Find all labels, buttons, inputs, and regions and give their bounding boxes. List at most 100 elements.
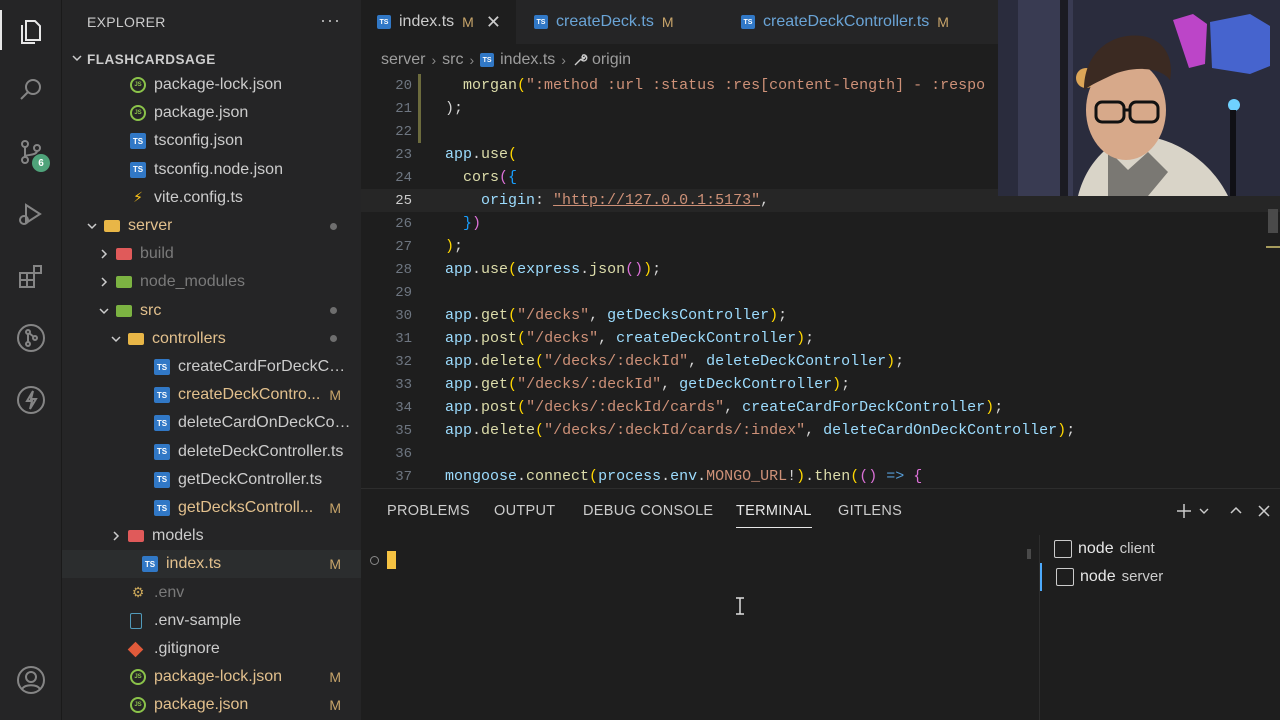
code-text: app.post("/decks", createDeckController)… <box>445 330 815 347</box>
tree-item[interactable]: ⚡ vite.config.ts <box>62 184 361 212</box>
tab-problems[interactable]: PROBLEMS <box>387 503 470 519</box>
terminal-sub: server <box>1121 568 1164 585</box>
tree-item[interactable]: controllers <box>62 325 361 353</box>
terminal-item-server[interactable]: node server <box>1040 563 1280 591</box>
tree-item[interactable]: ⚙ .env <box>62 579 361 607</box>
tree-item[interactable]: src <box>62 297 361 325</box>
tree-item[interactable]: build <box>62 240 361 268</box>
terminal-output[interactable] <box>361 535 1039 720</box>
status-circle-icon <box>370 556 379 565</box>
code-line[interactable]: 33 app.get("/decks/:deckId", getDeckContr… <box>361 373 1280 396</box>
search-icon[interactable] <box>0 66 62 114</box>
tree-item[interactable]: TS getDecksControll... M <box>62 494 361 522</box>
code-text: app.use(express.json()); <box>445 261 662 278</box>
tab-debug-console[interactable]: DEBUG CONSOLE <box>583 503 713 519</box>
breadcrumb: server › src › TS index.ts › origin <box>381 48 631 72</box>
folder-icon <box>116 276 132 289</box>
tree-item-label: .env-sample <box>154 611 242 629</box>
tree-item[interactable]: server <box>62 212 361 240</box>
tree-item[interactable]: .gitignore <box>62 635 361 663</box>
new-terminal-icon[interactable] <box>1174 501 1194 521</box>
breadcrumb-item[interactable]: index.ts <box>500 51 555 69</box>
tree-item[interactable]: node_modules <box>62 268 361 296</box>
terminal-item-client[interactable]: node client <box>1040 535 1280 563</box>
ts-file-icon: TS <box>377 15 391 29</box>
lightning-icon[interactable] <box>0 376 62 424</box>
terminal-icon <box>1054 540 1072 558</box>
account-icon[interactable] <box>0 656 62 704</box>
tree-item-label: package.json <box>154 104 249 122</box>
maximize-panel-icon[interactable] <box>1226 501 1246 521</box>
webcam-overlay <box>998 0 1280 196</box>
chevron-down-icon[interactable] <box>98 305 110 317</box>
source-control-badge: 6 <box>32 154 50 172</box>
tree-item-label: index.ts <box>166 555 222 573</box>
chevron-down-icon[interactable] <box>86 220 98 232</box>
close-icon[interactable]: ✕ <box>486 12 501 33</box>
breadcrumb-item[interactable]: server <box>381 51 425 69</box>
tab-createdeck-ts[interactable]: TS createDeck.ts M <box>518 0 723 44</box>
tree-item[interactable]: TS tsconfig.json <box>62 127 361 155</box>
code-line[interactable]: 27); <box>361 235 1280 258</box>
tree-item[interactable]: TS createCardForDeckCon... <box>62 353 361 381</box>
code-line[interactable]: 29 <box>361 281 1280 304</box>
tree-item[interactable]: JS package-lock.json M <box>62 663 361 691</box>
more-actions-icon[interactable]: ··· <box>320 10 341 31</box>
code-text: app.use( <box>445 146 518 163</box>
tree-item[interactable]: models <box>62 522 361 550</box>
source-control-icon[interactable]: 6 <box>0 128 62 176</box>
code-line[interactable]: 35 app.delete("/decks/:deckId/cards/:inde… <box>361 419 1280 442</box>
chevron-right-icon[interactable] <box>98 248 110 260</box>
tree-item[interactable]: TS getDeckController.ts <box>62 466 361 494</box>
tree-item[interactable]: TS deleteCardOnDeckCon... <box>62 409 361 437</box>
settings-icon: ⚙ <box>131 584 145 601</box>
tree-item[interactable]: JS package.json <box>62 99 361 127</box>
run-debug-icon[interactable] <box>0 190 62 238</box>
modified-marker: M <box>329 669 341 686</box>
json-file-icon: JS <box>130 77 146 93</box>
tab-gitlens[interactable]: GITLENS <box>838 503 902 519</box>
extensions-icon[interactable] <box>0 252 62 300</box>
explorer-icon[interactable] <box>0 6 62 54</box>
tree-item[interactable]: .env-sample <box>62 607 361 635</box>
chevron-right-icon[interactable] <box>98 276 110 288</box>
chevron-down-icon[interactable] <box>110 333 122 345</box>
tree-item[interactable]: TS deleteDeckController.ts <box>62 438 361 466</box>
breadcrumb-item[interactable]: src <box>442 51 463 69</box>
code-line[interactable]: 37 mongoose.connect(process.env.MONGO_URL… <box>361 465 1280 486</box>
terminal-name: node <box>1078 540 1114 557</box>
diff-gutter-marker <box>418 120 421 143</box>
code-line[interactable]: 28 app.use(express.json()); <box>361 258 1280 281</box>
tree-item-label: tsconfig.json <box>154 132 243 150</box>
tab-terminal[interactable]: TERMINAL <box>736 503 812 528</box>
code-line[interactable]: 26 }) <box>361 212 1280 235</box>
tree-item[interactable]: TS createDeckContro... M <box>62 381 361 409</box>
code-line[interactable]: 32 app.delete("/decks/:deckId", deleteDec… <box>361 350 1280 373</box>
panel-tabs: PROBLEMS OUTPUT DEBUG CONSOLE TERMINAL G… <box>361 489 1280 535</box>
tree-item[interactable]: TS tsconfig.node.json <box>62 156 361 184</box>
tree-item[interactable]: JS package.json M <box>62 691 361 719</box>
close-panel-icon[interactable] <box>1254 501 1274 521</box>
workspace-section[interactable]: FLASHCARDSAGE <box>62 46 361 72</box>
code-line[interactable]: 31 app.post("/decks", createDeckControlle… <box>361 327 1280 350</box>
tab-output[interactable]: OUTPUT <box>494 503 555 519</box>
terminal-scrollbar[interactable] <box>1027 549 1031 559</box>
breadcrumb-item[interactable]: origin <box>592 51 631 69</box>
tree-item[interactable]: TS index.ts M <box>62 550 361 579</box>
chevron-right-icon: › <box>431 52 437 68</box>
line-number: 33 <box>395 376 412 393</box>
explorer-sidebar: EXPLORER ··· FLASHCARDSAGE JS package-loc… <box>62 0 361 720</box>
code-line[interactable]: 34 app.post("/decks/:deckId/cards", creat… <box>361 396 1280 419</box>
chevron-right-icon[interactable] <box>110 530 122 542</box>
tab-index-ts[interactable]: TS index.ts M ✕ <box>361 0 516 44</box>
tab-createdeckcontroller-ts[interactable]: TS createDeckController.ts M <box>725 0 995 44</box>
folder-icon <box>128 530 144 543</box>
tree-item-label: getDecksControll... <box>178 499 314 516</box>
code-line[interactable]: 36 <box>361 442 1280 465</box>
tree-item[interactable]: JS package-lock.json <box>62 71 361 99</box>
tab-label: index.ts <box>399 13 455 30</box>
git-graph-icon[interactable] <box>0 314 62 362</box>
folder-icon <box>104 220 120 232</box>
chevron-down-icon[interactable] <box>1194 501 1214 521</box>
code-line[interactable]: 30 app.get("/decks", getDecksController); <box>361 304 1280 327</box>
